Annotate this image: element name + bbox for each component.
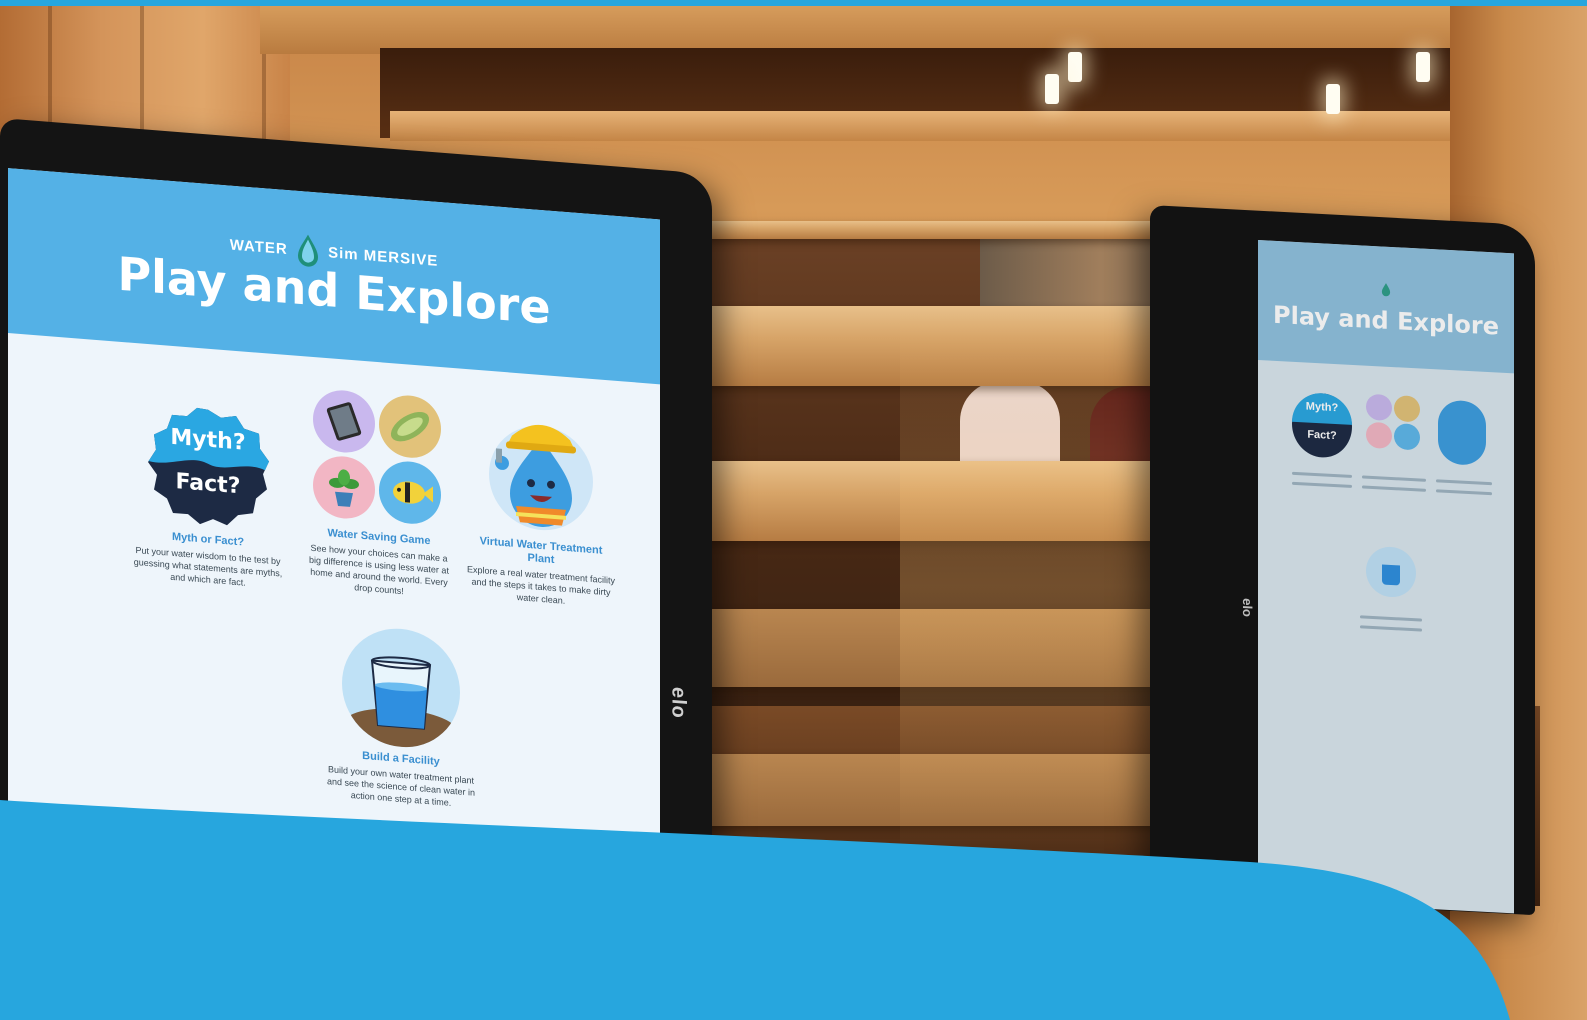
water-saving-icons [313,388,445,530]
text-placeholder-line [1292,481,1352,488]
card-virtual-water-treatment-plant[interactable]: Virtual Water Treatment Plant Explore a … [466,410,616,611]
glass-of-water-icon [342,624,460,751]
ceiling-light [1068,52,1082,82]
ceiling-light [1326,84,1340,114]
elo-logo: elo [1239,597,1255,618]
text-placeholder-line [1362,485,1426,492]
fish-icon [1394,423,1420,451]
ceiling-beam [390,111,1490,141]
card-water-saving-game[interactable]: Water Saving Game See how your choices c… [304,387,454,601]
text-placeholder-line [1436,489,1492,496]
wood-ceiling [260,6,1520,54]
tablet-icon [313,388,375,455]
fact-label: Fact? [1307,428,1337,443]
myth-fact-badge-icon: Myth? Fact? [1292,391,1352,459]
water-drop-mascot-icon [482,411,600,538]
top-accent-bar [0,0,1587,6]
fish-icon [379,459,441,526]
tablet-icon [1366,393,1392,422]
brand-mark: Sim [328,244,359,264]
zucchini-icon [1394,395,1420,423]
text-placeholder-line [1360,625,1422,632]
myth-fact-badge-icon: Myth? Fact? [145,401,271,533]
text-placeholder-line [1362,475,1426,482]
potted-plant-icon [1366,421,1392,450]
water-drop-mascot-icon [1438,399,1486,466]
card-description: Explore a real water treatment facility … [466,564,616,606]
text-placeholder-line [1360,615,1422,622]
ceiling-light [1416,52,1430,82]
light-glare [900,306,1160,866]
card-myth-or-fact[interactable]: Myth? Fact? Myth or Fact? Put your water… [128,399,288,592]
text-placeholder-line [1292,471,1352,478]
brand-prefix: WATER [229,236,288,259]
ceiling-light [1045,74,1059,104]
text-placeholder-line [1436,479,1492,486]
elo-logo: elo [667,686,690,720]
potted-plant-icon [313,454,375,521]
glass-of-water-icon [1366,545,1416,599]
water-drop-logo-icon [1381,283,1391,297]
brand-wave-overlay [0,800,1510,1020]
card-description: See how your choices can make a big diff… [309,542,449,597]
card-build-a-facility[interactable]: Build a Facility Build your own water tr… [326,623,476,811]
zucchini-icon [379,393,441,460]
